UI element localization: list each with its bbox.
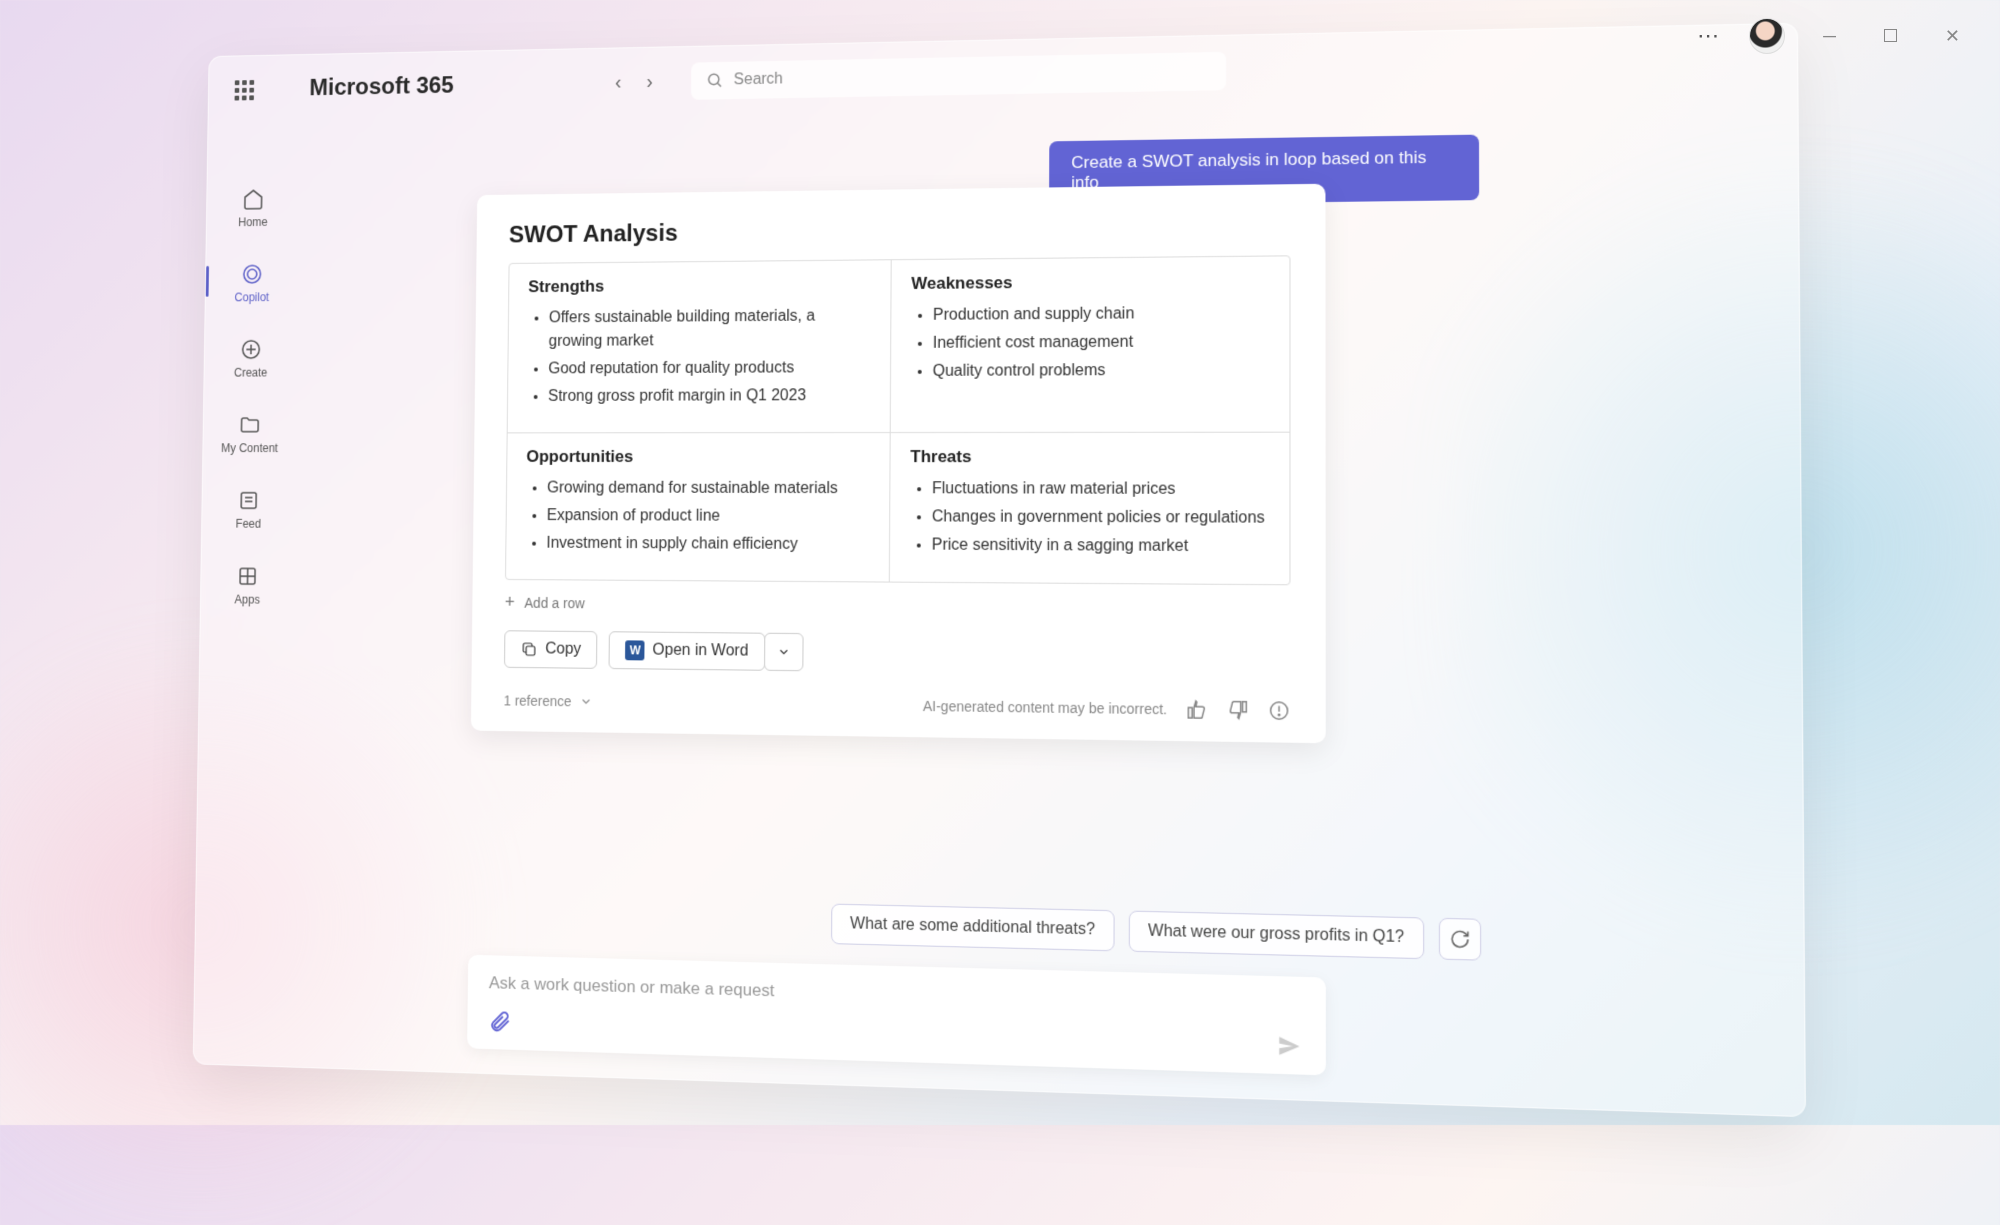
swot-strengths: Strengths Offers sustainable building ma… bbox=[508, 260, 892, 433]
swot-item: Fluctuations in raw material prices bbox=[932, 477, 1269, 502]
swot-grid: Strengths Offers sustainable building ma… bbox=[505, 255, 1290, 585]
sidebar-item-mycontent[interactable]: My Content bbox=[216, 406, 283, 460]
swot-threats: Threats Fluctuations in raw material pri… bbox=[890, 433, 1290, 585]
nav-forward-icon[interactable]: › bbox=[646, 71, 653, 94]
chevron-down-icon bbox=[579, 694, 593, 708]
references-label: 1 reference bbox=[504, 693, 572, 710]
swot-item: Inefficient cost management bbox=[933, 330, 1269, 356]
disclaimer-text: AI-generated content may be incorrect. bbox=[923, 698, 1167, 717]
sidebar-item-apps[interactable]: Apps bbox=[214, 558, 282, 613]
swot-item: Price sensitivity in a sagging market bbox=[932, 534, 1269, 560]
maximize-button[interactable] bbox=[1874, 22, 1907, 51]
search-input[interactable]: Search bbox=[691, 52, 1226, 100]
suggestion-chip[interactable]: What are some additional threats? bbox=[831, 904, 1114, 952]
sidebar-item-copilot[interactable]: Copilot bbox=[218, 256, 285, 311]
swot-heading: Threats bbox=[910, 447, 1269, 467]
window-titlebar: ⋯ ─ ✕ bbox=[1697, 18, 1970, 54]
open-word-button[interactable]: W Open in Word bbox=[609, 631, 765, 671]
swot-title: SWOT Analysis bbox=[509, 213, 1291, 250]
sidebar-item-home[interactable]: Home bbox=[220, 180, 287, 235]
swot-heading: Strengths bbox=[528, 274, 871, 297]
swot-heading: Weaknesses bbox=[911, 271, 1269, 294]
swot-item: Production and supply chain bbox=[933, 301, 1269, 328]
copy-icon bbox=[520, 640, 537, 658]
swot-opportunities: Opportunities Growing demand for sustain… bbox=[506, 433, 891, 582]
swot-item: Investment in supply chain efficiency bbox=[546, 532, 869, 557]
response-card: SWOT Analysis Strengths Offers sustainab… bbox=[471, 184, 1326, 744]
sidebar-item-label: Feed bbox=[236, 517, 262, 531]
swot-item: Growing demand for sustainable materials bbox=[547, 477, 870, 501]
swot-item: Good reputation for quality products bbox=[548, 356, 870, 381]
sidebar-item-label: My Content bbox=[221, 441, 278, 455]
swot-item: Changes in government policies or regula… bbox=[932, 505, 1269, 531]
swot-item: Offers sustainable building materials, a… bbox=[549, 304, 871, 353]
add-row-label: Add a row bbox=[524, 594, 585, 610]
nav-back-icon[interactable]: ‹ bbox=[615, 71, 622, 94]
swot-item: Strong gross profit margin in Q1 2023 bbox=[548, 384, 870, 409]
chat-input-placeholder: Ask a work question or make a request bbox=[489, 973, 1303, 1016]
search-icon bbox=[707, 72, 725, 90]
sidebar-item-feed[interactable]: Feed bbox=[215, 482, 282, 537]
attach-icon[interactable] bbox=[488, 1010, 511, 1035]
brand-title: Microsoft 365 bbox=[309, 72, 454, 102]
plus-icon: + bbox=[505, 592, 515, 613]
plus-circle-icon bbox=[239, 337, 263, 362]
sidebar-item-create[interactable]: Create bbox=[217, 331, 284, 385]
sidebar-item-label: Home bbox=[238, 215, 268, 229]
thumbs-up-icon[interactable] bbox=[1185, 698, 1208, 721]
add-row-button[interactable]: + Add a row bbox=[505, 592, 1291, 619]
refresh-suggestions-button[interactable] bbox=[1439, 918, 1481, 961]
copilot-icon bbox=[240, 262, 264, 287]
sidebar-item-label: Copilot bbox=[234, 290, 269, 304]
open-word-label: Open in Word bbox=[652, 642, 748, 661]
app-window: Microsoft 365 ‹ › Search Home Copilot Cr… bbox=[193, 23, 1806, 1118]
open-word-dropdown[interactable] bbox=[764, 633, 804, 671]
refresh-icon bbox=[1449, 928, 1470, 949]
suggestion-row: What are some additional threats? What w… bbox=[831, 904, 1481, 961]
chat-content: Create a SWOT analysis in loop based on … bbox=[325, 118, 1762, 1115]
swot-item: Expansion of product line bbox=[547, 504, 870, 529]
apps-icon bbox=[235, 564, 259, 589]
word-icon: W bbox=[625, 640, 645, 660]
swot-item: Quality control problems bbox=[933, 358, 1269, 384]
topbar: Microsoft 365 ‹ › Search bbox=[209, 24, 1798, 117]
avatar[interactable] bbox=[1749, 18, 1785, 54]
sidebar: Home Copilot Create My Content Feed Apps bbox=[201, 180, 300, 613]
sidebar-item-label: Apps bbox=[234, 593, 260, 607]
copy-label: Copy bbox=[545, 641, 581, 659]
home-icon bbox=[241, 186, 265, 211]
sidebar-item-label: Create bbox=[234, 366, 268, 380]
copy-button[interactable]: Copy bbox=[504, 630, 598, 669]
report-icon[interactable] bbox=[1268, 699, 1291, 722]
references-toggle[interactable]: 1 reference bbox=[504, 693, 593, 710]
thumbs-down-icon[interactable] bbox=[1227, 699, 1250, 722]
more-menu-icon[interactable]: ⋯ bbox=[1697, 23, 1721, 49]
swot-weaknesses: Weaknesses Production and supply chain I… bbox=[891, 256, 1290, 433]
close-button[interactable]: ✕ bbox=[1935, 22, 1970, 51]
minimize-button[interactable]: ─ bbox=[1813, 22, 1846, 51]
chevron-down-icon bbox=[777, 645, 791, 659]
feed-icon bbox=[237, 488, 261, 513]
suggestion-chip[interactable]: What were our gross profits in Q1? bbox=[1129, 911, 1425, 960]
folder-icon bbox=[238, 412, 262, 437]
app-launcher-icon[interactable] bbox=[235, 80, 255, 100]
search-placeholder: Search bbox=[734, 71, 783, 90]
swot-heading: Opportunities bbox=[526, 447, 870, 467]
send-icon[interactable] bbox=[1276, 1032, 1303, 1060]
chat-input[interactable]: Ask a work question or make a request bbox=[467, 955, 1326, 1076]
